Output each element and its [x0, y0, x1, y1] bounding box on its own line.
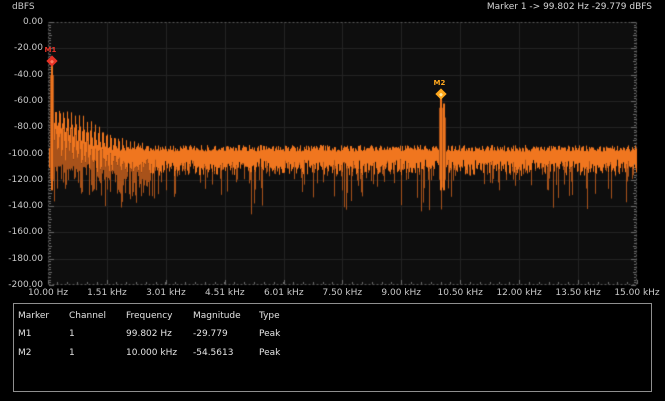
marker-table-row: M1199.802 Hz-29.779Peak [14, 324, 651, 343]
x-tick-label: 15.00 kHz [614, 288, 659, 298]
marker-table-header: Frequency [126, 311, 193, 321]
marker-table-cell-type: Peak [259, 329, 651, 339]
marker-m1-core [49, 59, 53, 63]
x-tick-label: 4.51 kHz [205, 288, 245, 298]
marker-table-cell-marker: M1 [18, 329, 69, 339]
y-tick-label: -120.00 [0, 175, 43, 185]
marker-table-cell-marker: M2 [18, 348, 69, 358]
y-tick-label: 0.00 [0, 17, 43, 27]
x-tick-label: 10.50 kHz [438, 288, 483, 298]
marker-table-cell-magnitude: -29.779 [193, 329, 259, 339]
marker-table-cell-frequency: 10.000 kHz [126, 348, 193, 358]
marker-table-header: Channel [69, 311, 126, 321]
y-tick-label: -140.00 [0, 201, 43, 211]
x-tick-label: 9.00 kHz [381, 288, 421, 298]
y-tick-label: -180.00 [0, 254, 43, 264]
y-tick-label: -160.00 [0, 227, 43, 237]
y-tick-label: -100.00 [0, 149, 43, 159]
marker-m2-label: M2 [434, 79, 446, 87]
y-axis-unit-label: dBFS [12, 2, 35, 12]
y-tick-label: -80.00 [0, 122, 43, 132]
x-tick-label: 12.00 kHz [496, 288, 541, 298]
marker-m1-label: M1 [45, 46, 57, 54]
spectrum-plot-canvas[interactable] [0, 0, 665, 300]
marker-table-cell-frequency: 99.802 Hz [126, 329, 193, 339]
x-tick-label: 3.01 kHz [146, 288, 186, 298]
marker-table-header: Type [259, 311, 651, 321]
x-tick-label: 6.01 kHz [264, 288, 304, 298]
marker-table-body: M1199.802 Hz-29.779PeakM2110.000 kHz-54.… [14, 324, 651, 362]
marker-table-header: Marker [18, 311, 69, 321]
y-tick-label: -20.00 [0, 43, 43, 53]
marker-table-cell-magnitude: -54.5613 [193, 348, 259, 358]
marker-table-cell-channel: 1 [69, 348, 126, 358]
marker-table-cell-channel: 1 [69, 329, 126, 339]
marker-readout: Marker 1 -> 99.802 Hz -29.779 dBFS [487, 2, 652, 12]
marker-table-cell-type: Peak [259, 348, 651, 358]
marker-table-header: Magnitude [193, 311, 259, 321]
x-tick-label: 1.51 kHz [87, 288, 127, 298]
y-tick-label: -40.00 [0, 70, 43, 80]
marker-table: MarkerChannelFrequencyMagnitudeType M119… [13, 303, 652, 392]
x-tick-label: 10.00 Hz [28, 288, 68, 298]
x-tick-label: 13.50 kHz [555, 288, 600, 298]
y-tick-label: -60.00 [0, 96, 43, 106]
marker-table-row: M2110.000 kHz-54.5613Peak [14, 343, 651, 362]
marker-m2-core [438, 92, 442, 96]
x-tick-label: 7.50 kHz [322, 288, 362, 298]
spectrum-analyzer-screen: dBFS Marker 1 -> 99.802 Hz -29.779 dBFS … [0, 0, 665, 401]
marker-table-header-row: MarkerChannelFrequencyMagnitudeType [14, 304, 651, 324]
